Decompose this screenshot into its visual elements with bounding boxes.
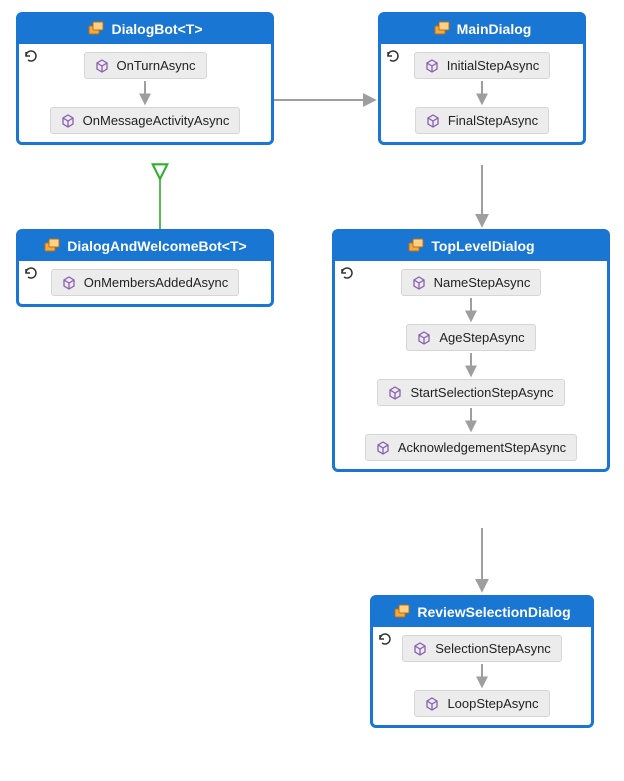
class-body: NameStepAsync AgeStepAsync StartSelectio… [335,261,607,469]
class-body: OnMembersAddedAsync [19,261,271,304]
class-header: DialogAndWelcomeBot<T> [19,232,271,261]
class-title: ReviewSelectionDialog [417,604,570,620]
method-label: InitialStepAsync [447,58,540,73]
class-body: InitialStepAsync FinalStepAsync [381,44,583,142]
refresh-icon [23,48,39,64]
class-body: SelectionStepAsync LoopStepAsync [373,627,591,725]
method-flow-arrow [139,79,151,107]
method-item: LoopStepAsync [414,690,549,717]
class-header: MainDialog [381,15,583,44]
method-label: LoopStepAsync [447,696,538,711]
method-item: SelectionStepAsync [402,635,562,662]
class-icon [43,237,61,255]
method-label: OnMembersAddedAsync [84,275,229,290]
method-item: StartSelectionStepAsync [377,379,564,406]
class-icon [87,20,105,38]
method-label: AcknowledgementStepAsync [398,440,566,455]
edge-inheritance-welcome-to-dialogbot [150,167,170,233]
method-icon [413,642,427,656]
class-main-dialog: MainDialog InitialStepAsync FinalStepAsy… [378,12,586,145]
method-label: OnTurnAsync [117,58,196,73]
class-header: TopLevelDialog [335,232,607,261]
method-label: AgeStepAsync [439,330,524,345]
method-icon [388,386,402,400]
method-icon [95,59,109,73]
method-list: SelectionStepAsync LoopStepAsync [381,635,583,717]
class-title: DialogBot<T> [111,21,202,37]
refresh-icon [377,631,393,647]
edge-maindialog-to-topleveldialog [472,165,492,235]
method-label: NameStepAsync [434,275,531,290]
method-item: NameStepAsync [401,269,542,296]
edge-topleveldialog-to-reviewselectiondialog [472,528,492,600]
method-icon [412,276,426,290]
method-list: OnTurnAsync OnMessageActivityAsync [27,52,263,134]
method-flow-arrow [465,406,477,434]
method-item: OnMessageActivityAsync [50,107,241,134]
class-icon [433,20,451,38]
class-title: MainDialog [457,21,532,37]
refresh-icon [23,265,39,281]
class-body: OnTurnAsync OnMessageActivityAsync [19,44,271,142]
method-icon [425,59,439,73]
class-icon [393,603,411,621]
class-header: ReviewSelectionDialog [373,598,591,627]
class-dialog-bot: DialogBot<T> OnTurnAsync OnMessageActivi… [16,12,274,145]
method-list: NameStepAsync AgeStepAsync StartSelectio… [343,269,599,461]
method-icon [61,114,75,128]
method-icon [426,114,440,128]
method-list: OnMembersAddedAsync [27,269,263,296]
class-dialog-and-welcome-bot: DialogAndWelcomeBot<T> OnMembersAddedAsy… [16,229,274,307]
method-flow-arrow [465,351,477,379]
refresh-icon [385,48,401,64]
method-flow-arrow [476,79,488,107]
refresh-icon [339,265,355,281]
class-top-level-dialog: TopLevelDialog NameStepAsync AgeStepAsyn… [332,229,610,472]
method-icon [425,697,439,711]
method-label: StartSelectionStepAsync [410,385,553,400]
method-icon [62,276,76,290]
method-item: InitialStepAsync [414,52,551,79]
edge-dialogbot-to-maindialog [274,90,384,110]
class-title: DialogAndWelcomeBot<T> [67,238,246,254]
method-icon [417,331,431,345]
method-label: OnMessageActivityAsync [83,113,230,128]
class-icon [407,237,425,255]
class-header: DialogBot<T> [19,15,271,44]
method-flow-arrow [476,662,488,690]
method-list: InitialStepAsync FinalStepAsync [389,52,575,134]
method-item: OnTurnAsync [84,52,207,79]
method-label: FinalStepAsync [448,113,538,128]
class-title: TopLevelDialog [431,238,534,254]
method-icon [376,441,390,455]
method-item: AgeStepAsync [406,324,535,351]
class-review-selection-dialog: ReviewSelectionDialog SelectionStepAsync… [370,595,594,728]
method-flow-arrow [465,296,477,324]
method-item: AcknowledgementStepAsync [365,434,577,461]
method-item: FinalStepAsync [415,107,549,134]
method-item: OnMembersAddedAsync [51,269,240,296]
method-label: SelectionStepAsync [435,641,551,656]
